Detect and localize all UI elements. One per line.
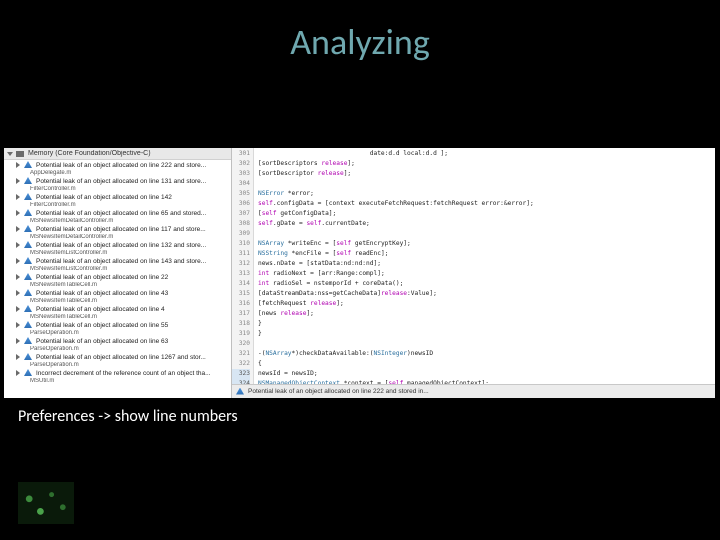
warning-icon: [24, 177, 32, 185]
issue-footer-bar[interactable]: Potential leak of an object allocated on…: [232, 384, 715, 398]
xcode-screenshot: Memory (Core Foundation/Objective-C) Pot…: [4, 148, 715, 398]
issue-row[interactable]: Potential leak of an object allocated on…: [4, 224, 231, 234]
disclosure-right-icon: [16, 338, 20, 344]
issue-text: Potential leak of an object allocated on…: [36, 290, 227, 297]
disclosure-right-icon: [16, 162, 20, 168]
issues-navigator[interactable]: Memory (Core Foundation/Objective-C) Pot…: [4, 148, 232, 398]
slide-title: Analyzing: [0, 20, 720, 64]
disclosure-right-icon: [16, 194, 20, 200]
warning-icon: [24, 161, 32, 169]
disclosure-right-icon: [16, 226, 20, 232]
issue-text: Potential leak of an object allocated on…: [36, 178, 227, 185]
issue-row[interactable]: Potential leak of an object allocated on…: [4, 272, 231, 282]
issue-row[interactable]: Potential leak of an object allocated on…: [4, 160, 231, 170]
warning-icon: [24, 257, 32, 265]
issue-text: Potential leak of an object allocated on…: [36, 242, 227, 249]
slide-logo: [18, 482, 74, 524]
issue-text: Incorrect decrement of the reference cou…: [36, 370, 227, 377]
issue-text: Potential leak of an object allocated on…: [36, 226, 227, 233]
disclosure-right-icon: [16, 210, 20, 216]
editor-pane: 3013023033043053063073083093103113123133…: [232, 148, 715, 398]
disclosure-right-icon: [16, 370, 20, 376]
issue-text: Potential leak of an object allocated on…: [36, 338, 227, 345]
issue-text: Potential leak of an object allocated on…: [36, 274, 227, 281]
slide-caption: Preferences -> show line numbers: [18, 407, 238, 426]
issue-category-row[interactable]: Memory (Core Foundation/Objective-C): [4, 148, 231, 160]
disclosure-right-icon: [16, 274, 20, 280]
issue-row[interactable]: Potential leak of an object allocated on…: [4, 192, 231, 202]
warning-icon: [24, 369, 32, 377]
warning-icon: [24, 321, 32, 329]
disclosure-right-icon: [16, 306, 20, 312]
warning-icon: [24, 241, 32, 249]
footer-message: Potential leak of an object allocated on…: [248, 388, 429, 395]
issue-row[interactable]: Potential leak of an object allocated on…: [4, 352, 231, 362]
issue-text: Potential leak of an object allocated on…: [36, 162, 227, 169]
warning-icon: [24, 225, 32, 233]
warning-icon: [24, 289, 32, 297]
disclosure-right-icon: [16, 258, 20, 264]
issue-text: Potential leak of an object allocated on…: [36, 258, 227, 265]
warning-icon: [24, 193, 32, 201]
issue-row[interactable]: Potential leak of an object allocated on…: [4, 208, 231, 218]
issue-text: Potential leak of an object allocated on…: [36, 194, 227, 201]
issue-row[interactable]: Potential leak of an object allocated on…: [4, 176, 231, 186]
folder-icon: [16, 151, 24, 157]
category-label: Memory (Core Foundation/Objective-C): [28, 150, 227, 157]
issue-row[interactable]: Potential leak of an object allocated on…: [4, 288, 231, 298]
issue-row[interactable]: Potential leak of an object allocated on…: [4, 320, 231, 330]
issue-row[interactable]: Potential leak of an object allocated on…: [4, 304, 231, 314]
issue-file-label: MSUtil.m: [4, 378, 231, 384]
warning-icon: [24, 273, 32, 281]
warning-icon: [24, 305, 32, 313]
warning-icon: [236, 388, 244, 396]
disclosure-right-icon: [16, 354, 20, 360]
warning-icon: [24, 353, 32, 361]
disclosure-right-icon: [16, 178, 20, 184]
issue-text: Potential leak of an object allocated on…: [36, 354, 227, 361]
issue-text: Potential leak of an object allocated on…: [36, 306, 227, 313]
line-number-gutter: 3013023033043053063073083093103113123133…: [232, 148, 254, 384]
warning-icon: [24, 209, 32, 217]
disclosure-down-icon: [7, 152, 13, 156]
disclosure-right-icon: [16, 242, 20, 248]
disclosure-right-icon: [16, 290, 20, 296]
issue-row[interactable]: Potential leak of an object allocated on…: [4, 336, 231, 346]
warning-icon: [24, 337, 32, 345]
issue-text: Potential leak of an object allocated on…: [36, 210, 227, 217]
disclosure-right-icon: [16, 322, 20, 328]
issue-row[interactable]: Potential leak of an object allocated on…: [4, 240, 231, 250]
issue-text: Potential leak of an object allocated on…: [36, 322, 227, 329]
source-code-view[interactable]: date:d.d local:d.d ];[sortDescriptors re…: [254, 148, 715, 384]
issue-row[interactable]: Potential leak of an object allocated on…: [4, 256, 231, 266]
issue-row[interactable]: Incorrect decrement of the reference cou…: [4, 368, 231, 378]
